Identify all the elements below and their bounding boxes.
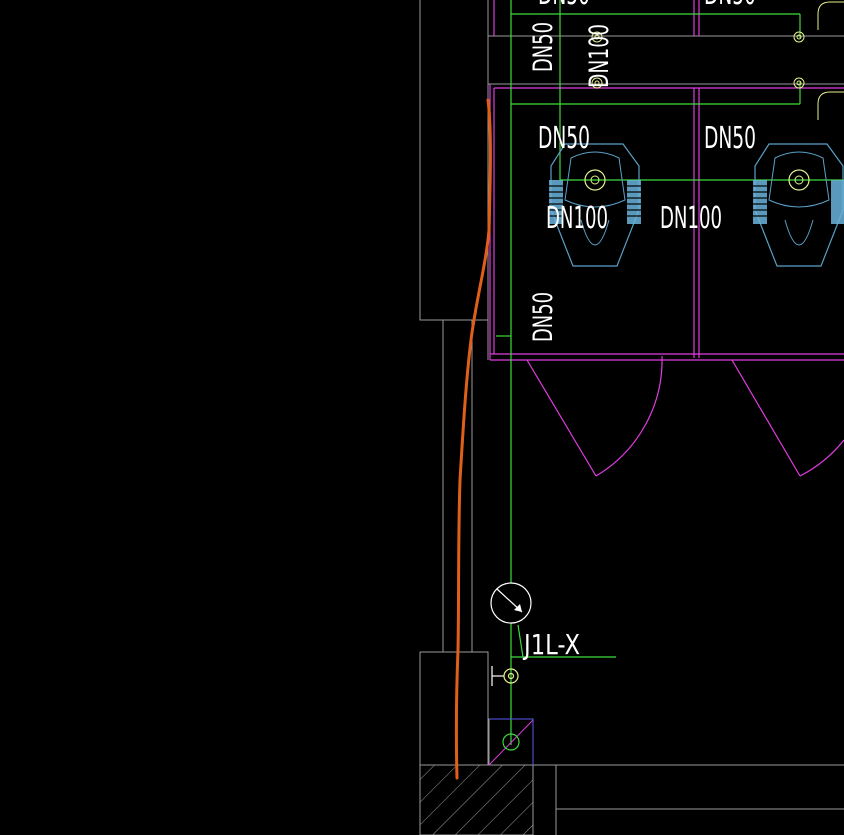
pipe-size-label: DN100 [660, 201, 722, 236]
pipe-size-label-vertical: DN50 [528, 22, 559, 72]
valve-icon [491, 666, 519, 686]
pipe-fitting-icon [591, 31, 805, 89]
squat-toilet-icon [753, 143, 844, 267]
pipe-size-label-vertical: DN100 [584, 24, 615, 88]
pipe-size-label: DN100 [546, 201, 608, 236]
pipe-size-label: DN50 [538, 0, 590, 12]
markup-freehand-line [454, 98, 492, 780]
wall-lines [419, 0, 844, 835]
water-meter-icon [490, 582, 532, 624]
pipe-size-label: DN50 [538, 121, 590, 156]
hatched-column [419, 764, 534, 835]
door-swing-icon [526, 355, 844, 477]
cad-drawing: DN50 DN50 DN50 DN100 DN50 DN50 DN100 DN1… [419, 0, 844, 835]
pipe-size-label: DN50 [704, 121, 756, 156]
pipe-bends [817, 1, 844, 120]
pipe-size-label: DN50 [704, 0, 756, 12]
pipe-size-label-vertical: DN50 [528, 292, 559, 342]
riser-tag-label: J1L-X [522, 628, 580, 661]
